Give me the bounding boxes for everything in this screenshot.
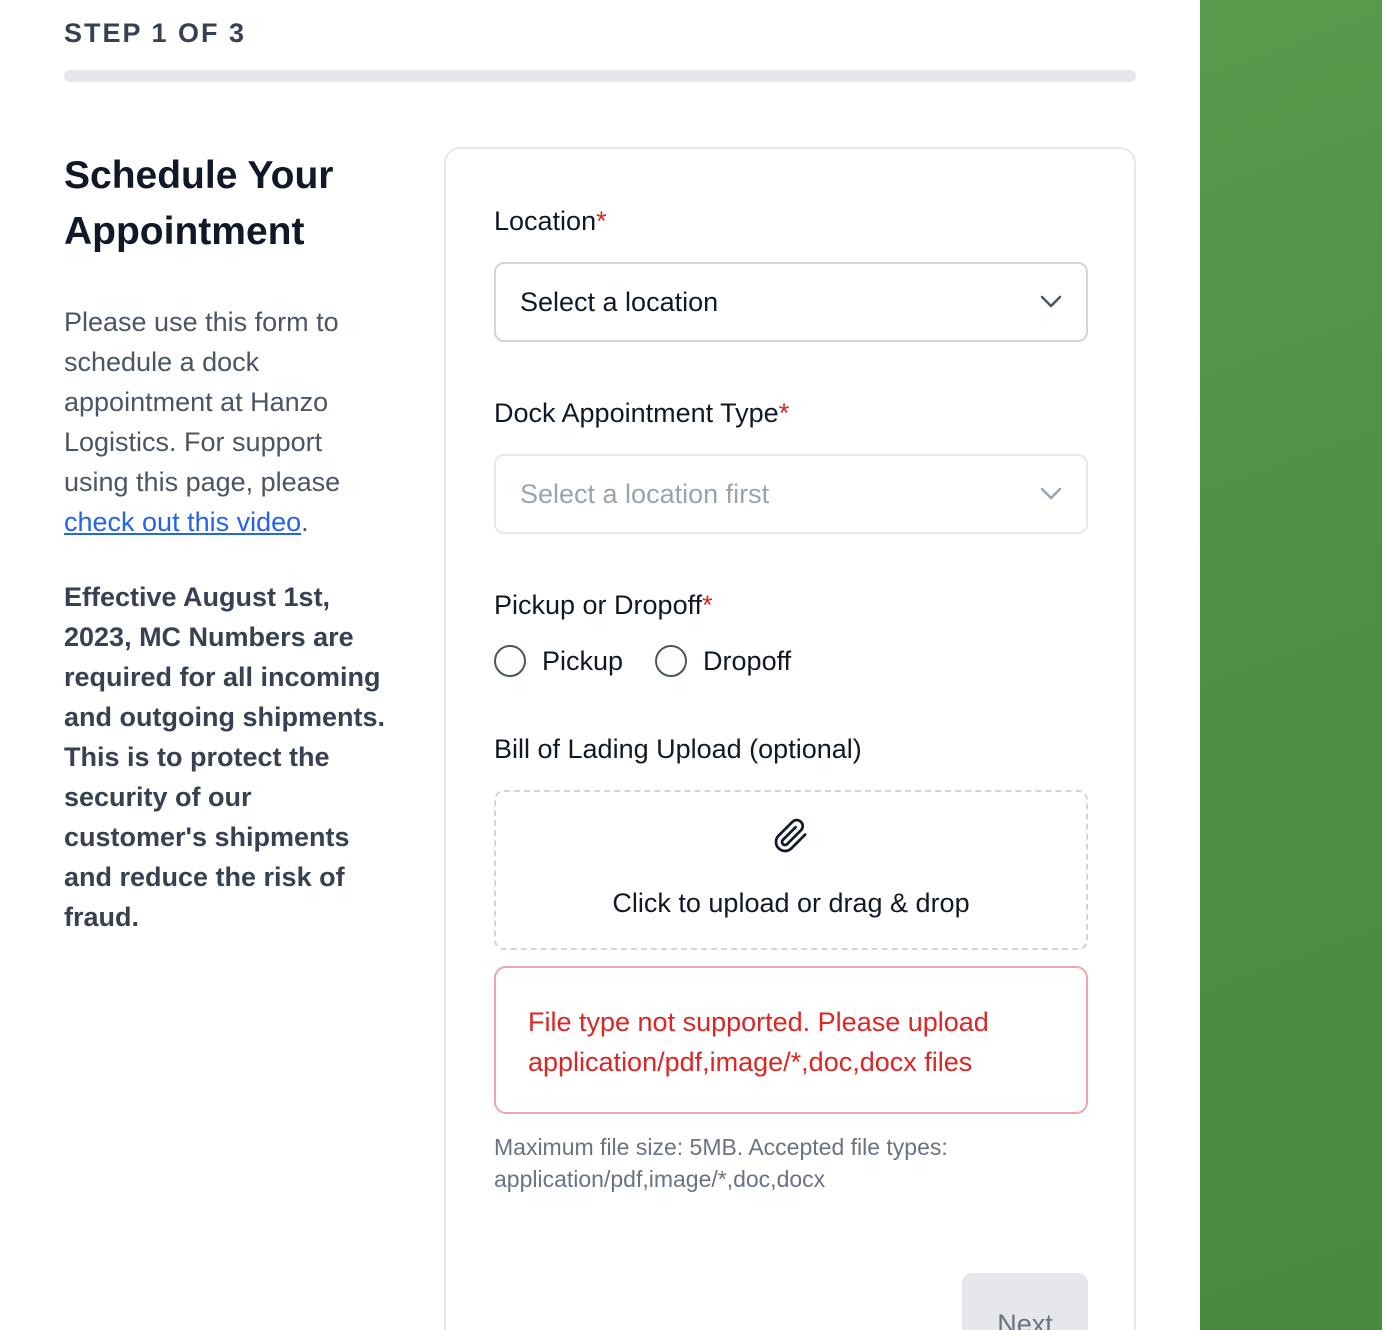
- dock-type-select[interactable]: Select a location first: [494, 454, 1088, 534]
- intro-description-end: .: [301, 507, 309, 537]
- progress-bar: [64, 70, 1136, 82]
- pickup-radio-label: Pickup: [542, 645, 624, 676]
- radio-circle[interactable]: [655, 645, 688, 677]
- chevron-down-icon: [1040, 483, 1062, 505]
- page: STEP 1 OF 3 Schedule Your Appointment Pl…: [0, 0, 1382, 1330]
- upload-help-text: Maximum file size: 5MB. Accepted file ty…: [494, 1134, 948, 1192]
- page-title: Schedule Your Appointment: [64, 154, 334, 253]
- intro-description: Please use this form to schedule a dock …: [64, 302, 394, 542]
- radio-circle[interactable]: [494, 645, 526, 677]
- location-label-text: Location: [494, 206, 597, 236]
- upload-prompt: Click to upload or drag & drop: [612, 888, 970, 918]
- intro-description-text: Please use this form to schedule a dock …: [64, 307, 341, 497]
- pickup-dropoff-radio-group: Pickup Dropoff: [494, 645, 823, 677]
- dock-type-label-text: Dock Appointment Type: [494, 398, 779, 428]
- file-type-error: File type not supported. Please upload a…: [494, 966, 1088, 1114]
- intro-section: Schedule Your Appointment Please use thi…: [64, 148, 394, 937]
- chevron-down-icon: [1040, 291, 1062, 313]
- location-select-value: Select a location: [520, 286, 719, 317]
- step-indicator: STEP 1 OF 3: [64, 18, 247, 48]
- dropoff-radio[interactable]: Dropoff: [655, 645, 791, 677]
- mc-number-notice: Effective August 1st, 2023, MC Numbers a…: [64, 582, 385, 932]
- paperclip-icon: [773, 818, 809, 854]
- dock-type-select-value: Select a location first: [520, 478, 770, 509]
- upload-label: Bill of Lading Upload (optional): [494, 734, 862, 764]
- required-mark: *: [596, 206, 607, 236]
- side-panel-green: [1200, 0, 1382, 1330]
- pickup-dropoff-label: Pickup or Dropoff*: [494, 590, 713, 621]
- pickup-dropoff-label-text: Pickup or Dropoff: [494, 590, 703, 620]
- location-select[interactable]: Select a location: [494, 262, 1088, 342]
- location-label: Location*: [494, 206, 607, 237]
- appointment-form-card: Location* Select a location Dock Appoint…: [444, 147, 1136, 1330]
- dock-type-label: Dock Appointment Type*: [494, 398, 789, 429]
- pickup-radio[interactable]: Pickup: [494, 645, 623, 677]
- support-video-link[interactable]: check out this video: [64, 507, 301, 537]
- dropoff-radio-label: Dropoff: [703, 645, 792, 676]
- file-upload-dropzone[interactable]: Click to upload or drag & drop: [494, 790, 1088, 950]
- next-button[interactable]: Next: [962, 1273, 1088, 1330]
- required-mark: *: [778, 398, 790, 428]
- required-mark: *: [702, 590, 713, 620]
